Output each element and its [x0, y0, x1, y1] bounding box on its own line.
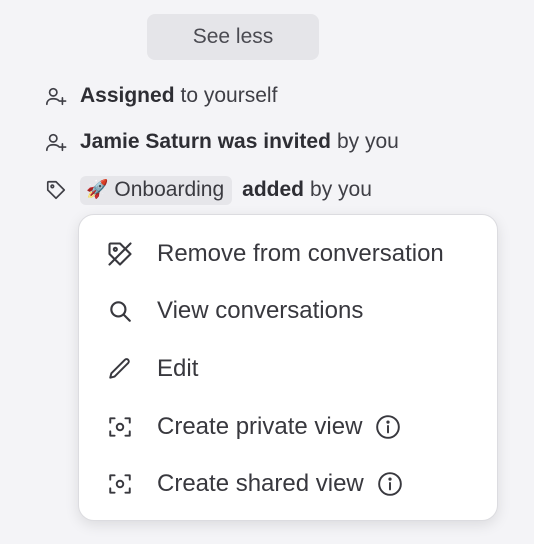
rocket-icon: 🚀	[86, 179, 109, 199]
tag-icon	[44, 178, 68, 202]
menu-item-label: Create shared view	[157, 470, 364, 497]
menu-item-create-shared-view[interactable]: Create shared view	[105, 464, 404, 504]
menu-item-label: Create private view	[157, 413, 363, 440]
menu-item-remove-from-conversation[interactable]: Remove from conversation	[105, 234, 444, 274]
event-action: added	[242, 178, 305, 201]
view-icon	[105, 469, 135, 499]
menu-item-create-private-view[interactable]: Create private view	[105, 407, 402, 447]
menu-item-label: Edit	[157, 355, 199, 382]
event-invited: Jamie Saturn was invited by you	[44, 127, 399, 157]
event-detail: by you	[310, 178, 372, 201]
event-assigned: Assigned to yourself	[44, 81, 277, 111]
tag-label: Onboarding	[114, 177, 225, 201]
event-action: Jamie Saturn was invited	[80, 130, 331, 153]
tag-context-menu: Remove from conversation View conversati…	[78, 214, 498, 521]
menu-item-label: Remove from conversation	[157, 240, 444, 267]
user-plus-icon	[44, 130, 68, 154]
search-icon	[105, 296, 135, 326]
event-action: Assigned	[80, 84, 175, 107]
view-icon	[105, 412, 135, 442]
event-tag-added: 🚀 Onboarding added by you	[44, 175, 372, 205]
menu-item-view-conversations[interactable]: View conversations	[105, 291, 363, 331]
menu-item-edit[interactable]: Edit	[105, 349, 198, 389]
user-plus-icon	[44, 84, 68, 108]
pencil-icon	[105, 354, 135, 384]
tag-chip-onboarding[interactable]: 🚀 Onboarding	[80, 175, 233, 205]
info-icon[interactable]	[376, 470, 404, 498]
tag-remove-icon	[105, 239, 135, 269]
event-detail: by you	[336, 130, 399, 153]
see-less-button[interactable]: See less	[147, 14, 319, 60]
event-detail: to yourself	[180, 84, 278, 107]
info-icon[interactable]	[374, 413, 402, 441]
menu-item-label: View conversations	[157, 297, 364, 324]
